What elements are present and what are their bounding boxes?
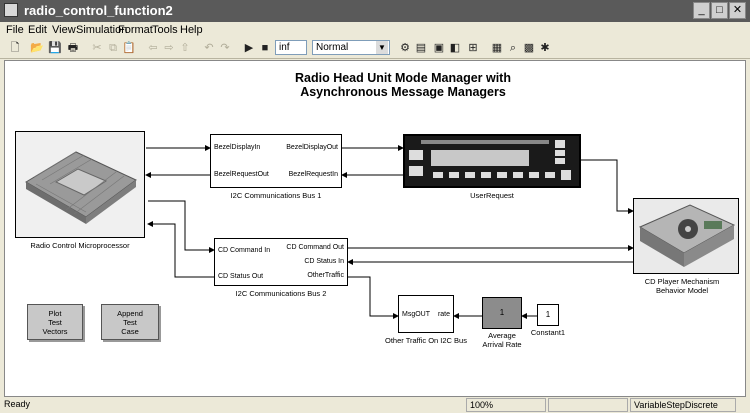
wire-other-traffic	[348, 276, 399, 319]
user-request-caption: UserRequest	[470, 191, 514, 200]
profiler-icon[interactable]: ✱	[538, 41, 552, 55]
other-traffic-port-in: MsgOUT	[402, 311, 430, 318]
status-zoom: 100%	[466, 398, 546, 412]
start-simulation-icon[interactable]: ▶	[242, 41, 256, 55]
simulation-mode-value: Normal	[316, 42, 349, 53]
minimize-button[interactable]: _	[693, 2, 710, 19]
diagram-title-line-2: Asynchronous Message Managers	[300, 85, 506, 99]
forward-icon[interactable]: ⇨	[162, 41, 176, 55]
other-traffic-port-out: rate	[437, 311, 450, 318]
status-bar: Ready 100% VariableStepDiscrete	[0, 397, 750, 413]
other-traffic-caption: Other Traffic On I2C Bus	[385, 336, 467, 345]
bus1-port-out-1: BezelDisplayOut	[286, 144, 338, 151]
bus2-port-out-1: CD Command Out	[286, 244, 344, 251]
bus1-port-out-2: BezelRequestIn	[288, 171, 338, 178]
i2c-bus-2-caption: I2C Communications Bus 2	[235, 289, 327, 298]
back-icon[interactable]: ⇦	[146, 41, 160, 55]
average-arrival-rate-block[interactable]: 1	[482, 297, 522, 329]
append-test-case-button[interactable]: Append Test Case	[101, 304, 159, 340]
bus2-port-out-2: CD Status In	[304, 258, 344, 265]
arrival-rate-caption-line-2: Arrival Rate	[482, 340, 522, 349]
append-label-2: Test	[123, 317, 137, 327]
cd-player-caption-line-1: CD Player Mechanism	[644, 277, 720, 286]
plot-label-1: Plot	[48, 308, 62, 318]
menu-edit[interactable]: Edit	[28, 24, 47, 36]
menu-file[interactable]: File	[6, 24, 24, 36]
find-icon[interactable]: ⌕	[506, 41, 520, 55]
build-icon[interactable]: ⚙	[398, 41, 412, 55]
diagram-heading: Radio Head Unit Mode Manager with Asynch…	[253, 71, 553, 99]
radio-faceplate-image	[409, 140, 571, 180]
constant1-block[interactable]: 1	[537, 304, 559, 326]
up-icon[interactable]: ⇧	[178, 41, 192, 55]
bus2-port-out-3: OtherTraffic	[307, 272, 344, 279]
plot-label-2: Test	[48, 317, 62, 327]
bus1-port-in-2: BezelRequestOut	[214, 171, 269, 178]
print-icon[interactable]: 🖶	[66, 41, 80, 55]
simulation-mode-select[interactable]: Normal ▼	[312, 40, 390, 55]
close-button[interactable]: ✕	[729, 2, 746, 19]
cd-mechanism-image	[638, 204, 736, 267]
microprocessor-caption: Radio Control Microprocessor	[30, 241, 130, 250]
stop-simulation-icon[interactable]: ■	[258, 41, 272, 55]
status-solver: VariableStepDiscrete	[630, 398, 736, 412]
menu-bar: File Edit View Simulation Format Tools H…	[0, 22, 750, 39]
append-label-1: Append	[117, 308, 143, 318]
wire-user-request	[581, 159, 634, 214]
menu-tools[interactable]: Tools	[152, 24, 178, 36]
new-model-icon[interactable]: 🗋	[8, 41, 22, 55]
copy-icon[interactable]: ⧉	[106, 41, 120, 55]
other-traffic-block[interactable]: MsgOUT rate	[398, 295, 454, 333]
menu-format[interactable]: Format	[118, 24, 153, 36]
cut-icon[interactable]: ✂	[90, 41, 104, 55]
i2c-bus-1-caption: I2C Communications Bus 1	[230, 191, 322, 200]
library-browser-icon[interactable]: ◧	[448, 41, 462, 55]
bus2-port-in-1: CD Command In	[218, 247, 271, 254]
maximize-button[interactable]: □	[711, 2, 728, 19]
diagram-title-line-1: Radio Head Unit Mode Manager with	[295, 71, 511, 85]
model-explorer-icon[interactable]: ▣	[432, 41, 446, 55]
plot-test-vectors-button[interactable]: Plot Test Vectors	[27, 304, 83, 340]
paste-icon[interactable]: 📋	[122, 41, 136, 55]
stop-time-input[interactable]: inf	[275, 40, 307, 55]
user-request-block[interactable]	[403, 134, 581, 188]
constant1-value: 1	[545, 310, 551, 319]
report-icon[interactable]: ▦	[490, 41, 504, 55]
update-diagram-icon[interactable]: ▤	[414, 41, 428, 55]
arrival-rate-value: 1	[499, 308, 505, 317]
status-ready: Ready	[4, 399, 31, 409]
cpu-chip-image	[25, 151, 137, 224]
open-icon[interactable]: 📂	[30, 41, 44, 55]
cd-player-caption: CD Player Mechanism Behavior Model	[617, 277, 745, 295]
title-bar: radio_control_function2 _ □ ✕	[0, 0, 750, 22]
chevron-down-icon[interactable]: ▼	[376, 41, 388, 54]
menu-help[interactable]: Help	[180, 24, 203, 36]
save-icon[interactable]: 💾	[48, 41, 62, 55]
model-canvas[interactable]: Radio Head Unit Mode Manager with Asynch…	[4, 60, 746, 397]
constant1-caption: Constant1	[530, 328, 566, 337]
toolbar: 🗋 📂 💾 🖶 ✂ ⧉ 📋 ⇦ ⇨ ⇧ ↶ ↷ ▶ ■ inf Normal ▼…	[0, 39, 750, 59]
redo-icon[interactable]: ↷	[218, 41, 232, 55]
i2c-bus-2-block[interactable]: CD Command In CD Status Out CD Command O…	[214, 238, 348, 286]
wire-cd-command-in	[148, 200, 215, 253]
simulink-app-icon	[4, 3, 18, 17]
menu-view[interactable]: View	[52, 24, 76, 36]
undo-icon[interactable]: ↶	[202, 41, 216, 55]
window-title: radio_control_function2	[24, 3, 173, 18]
i2c-bus-1-block[interactable]: BezelDisplayIn BezelRequestOut BezelDisp…	[210, 134, 342, 188]
bus1-port-in-1: BezelDisplayIn	[214, 144, 261, 151]
debug-icon[interactable]: ⊞	[466, 41, 480, 55]
bus2-port-in-2: CD Status Out	[218, 273, 264, 280]
status-empty-cell	[548, 398, 628, 412]
cd-player-caption-line-2: Behavior Model	[655, 286, 709, 295]
microprocessor-block[interactable]	[15, 131, 145, 238]
append-label-3: Case	[121, 326, 139, 336]
plot-label-3: Vectors	[42, 326, 68, 336]
properties-icon[interactable]: ▩	[522, 41, 536, 55]
cd-player-block[interactable]	[633, 198, 739, 274]
